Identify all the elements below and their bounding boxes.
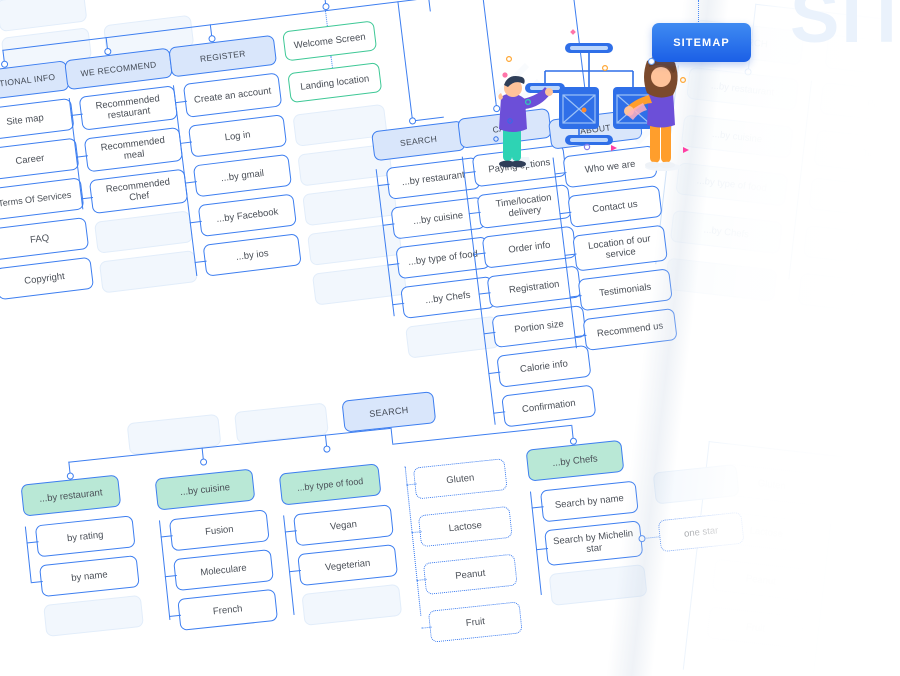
placeholder-box [93,210,194,254]
node-recommended-restaurant[interactable]: Recommended restaurant [78,85,179,131]
node-by-type-of-food[interactable]: ...by type of food [278,463,382,506]
background-wordmark: SIT [790,0,900,58]
node-site-map[interactable]: Site map [0,97,75,142]
sitemap-button-anchor [648,58,655,65]
node-fruit[interactable]: Fruit [427,601,523,643]
node-fusion[interactable]: Fusion [168,509,270,552]
node-contact-us[interactable]: Contact us [567,184,663,228]
node-by-cuisine[interactable]: ...by cuisine [154,468,256,511]
node-career[interactable]: Career [0,137,80,182]
node-by-name[interactable]: by name [38,555,140,598]
node-recommended-chef[interactable]: Recommended Chef [88,168,189,215]
node-by-facebook[interactable]: ...by Facebook [197,193,297,238]
sitemap-button-label: SITEMAP [673,36,730,49]
faded-cart-item: Pay [819,81,900,127]
placeholder-box [234,402,329,444]
node-log-in[interactable]: Log in [187,114,288,158]
placeholder-box [548,564,648,606]
faded-cart-item: R [803,225,900,270]
faded-search-item: ...by cuisine [680,114,794,159]
faded-allergen: Peanut [711,558,810,602]
node-copyright[interactable]: Copyright [0,256,95,301]
faded-allergen: Fruit [706,606,805,649]
node-testimonials[interactable]: Testimonials [577,268,673,312]
sitemap-button[interactable]: SITEMAP [652,23,751,62]
placeholder-box [652,463,740,505]
node-recommend-us[interactable]: Recommend us [582,307,678,351]
faded-cart-item: P [797,272,900,317]
node-by-chefs[interactable]: ...by Chefs [525,439,625,482]
node-recommended-meal[interactable]: Recommended meal [83,126,184,173]
node-search-by-michelin-star[interactable]: Search by Michelin star [544,520,644,567]
node-moleculare[interactable]: Moleculare [173,549,274,592]
sitemap-canvas: SEARCH ...by restaurant ...by cuisine ..… [0,0,900,676]
node-calorie-info[interactable]: Calorie info [496,344,592,388]
node-terms-of-services[interactable]: Terms Of Services [0,177,85,221]
node-location-of-our-service[interactable]: Location of our service [572,224,668,272]
node-search-root[interactable]: SEARCH [341,391,437,433]
faded-chefs-item: Search by Michelin star [830,572,900,620]
node-additional-info[interactable]: ADDIITIONAL INFO [0,60,70,103]
node-peanut[interactable]: Peanut [422,553,518,596]
placeholder-box [98,250,199,294]
placeholder-box [301,583,403,626]
node-one-star[interactable]: one star [657,511,745,553]
node-search-by-name[interactable]: Search by name [539,480,639,523]
node-vegan[interactable]: Vegan [293,504,394,547]
faded-chefs-item: Search by name [836,524,900,568]
node-gluten[interactable]: Gluten [412,458,508,500]
node-lactose[interactable]: Lactose [417,505,513,548]
faded-chefs-item: Search by [825,623,900,667]
faded-cart-item: O [808,177,900,222]
faded-search-item: ...by Chefs [669,209,783,255]
faded-cart-item: Tim [813,129,900,178]
placeholder-box [126,413,222,456]
node-confirmation[interactable]: Confirmation [501,384,597,428]
faded-search-item: ...by restaurant [686,66,800,112]
node-faq[interactable]: FAQ [0,217,90,261]
faded-chefs-head: ...by Chefs [842,474,900,518]
node-by-restaurant[interactable]: ...by restaurant [20,474,122,517]
node-by-ios[interactable]: ...by ios [202,233,302,277]
placeholder-box [0,0,88,33]
faded-search-placeholder [664,257,778,302]
node-french[interactable]: French [177,588,279,631]
node-vegeterian[interactable]: Vegeterian [297,544,399,587]
placeholder-box [43,594,144,637]
node-create-an-account[interactable]: Create an account [182,72,283,118]
node-by-rating[interactable]: by rating [34,515,136,558]
node-landing-location[interactable]: Landing location [287,62,383,104]
node-by-gmail[interactable]: ...by gmail [192,153,293,198]
